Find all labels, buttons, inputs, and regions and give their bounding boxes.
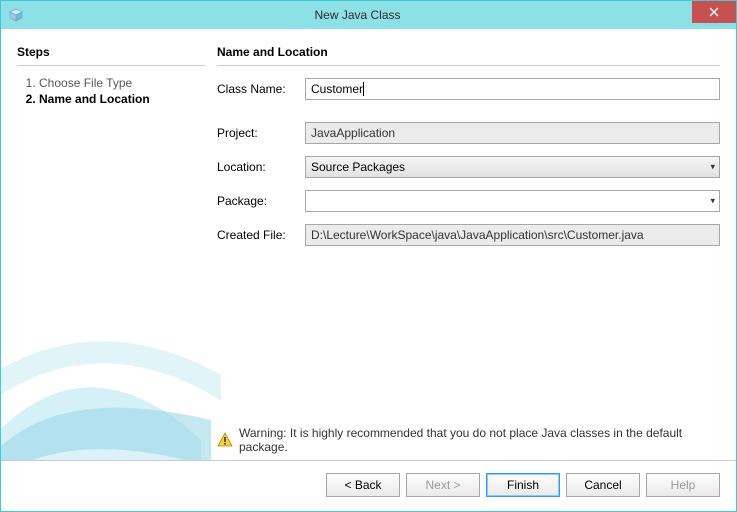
next-button: Next > (406, 473, 480, 497)
help-button: Help (646, 473, 720, 497)
app-cube-icon (9, 8, 23, 22)
title-bar: New Java Class (1, 1, 736, 29)
content-panel: Name and Location Class Name: Customer P… (217, 39, 720, 460)
warning-row: Warning: It is highly recommended that y… (217, 426, 720, 454)
chevron-down-icon: ▾ (710, 196, 715, 207)
location-select[interactable]: Source Packages ▾ (305, 156, 720, 178)
cancel-button[interactable]: Cancel (566, 473, 640, 497)
step-label: Name and Location (39, 92, 150, 106)
location-value: Source Packages (311, 160, 405, 174)
steps-panel: Steps Choose File Type Name and Location (17, 39, 205, 460)
step-choose-file-type: Choose File Type (39, 76, 205, 90)
text-caret (363, 82, 364, 96)
package-label: Package: (217, 194, 301, 208)
warning-icon (217, 432, 233, 448)
project-label: Project: (217, 126, 301, 140)
step-name-and-location: Name and Location (39, 92, 205, 106)
package-combobox[interactable]: ▾ (305, 190, 720, 212)
step-label: Choose File Type (39, 76, 132, 90)
class-name-label: Class Name: (217, 82, 301, 96)
location-label: Location: (217, 160, 301, 174)
project-input (305, 122, 720, 144)
back-button[interactable]: < Back (326, 473, 400, 497)
class-name-input[interactable]: Customer (305, 78, 720, 100)
steps-heading: Steps (17, 45, 205, 66)
button-bar: < Back Next > Finish Cancel Help (1, 460, 736, 511)
close-button[interactable] (692, 1, 736, 23)
warning-text: Warning: It is highly recommended that y… (239, 426, 720, 454)
created-file-label: Created File: (217, 228, 301, 242)
created-file-input (305, 224, 720, 246)
decorative-wave-art (1, 270, 221, 460)
content-heading: Name and Location (217, 45, 720, 66)
window-title: New Java Class (23, 8, 692, 22)
finish-button[interactable]: Finish (486, 473, 560, 497)
class-name-value: Customer (311, 82, 363, 96)
chevron-down-icon: ▾ (710, 162, 715, 173)
dialog-window: New Java Class Steps Choose File Type Na… (0, 0, 737, 512)
